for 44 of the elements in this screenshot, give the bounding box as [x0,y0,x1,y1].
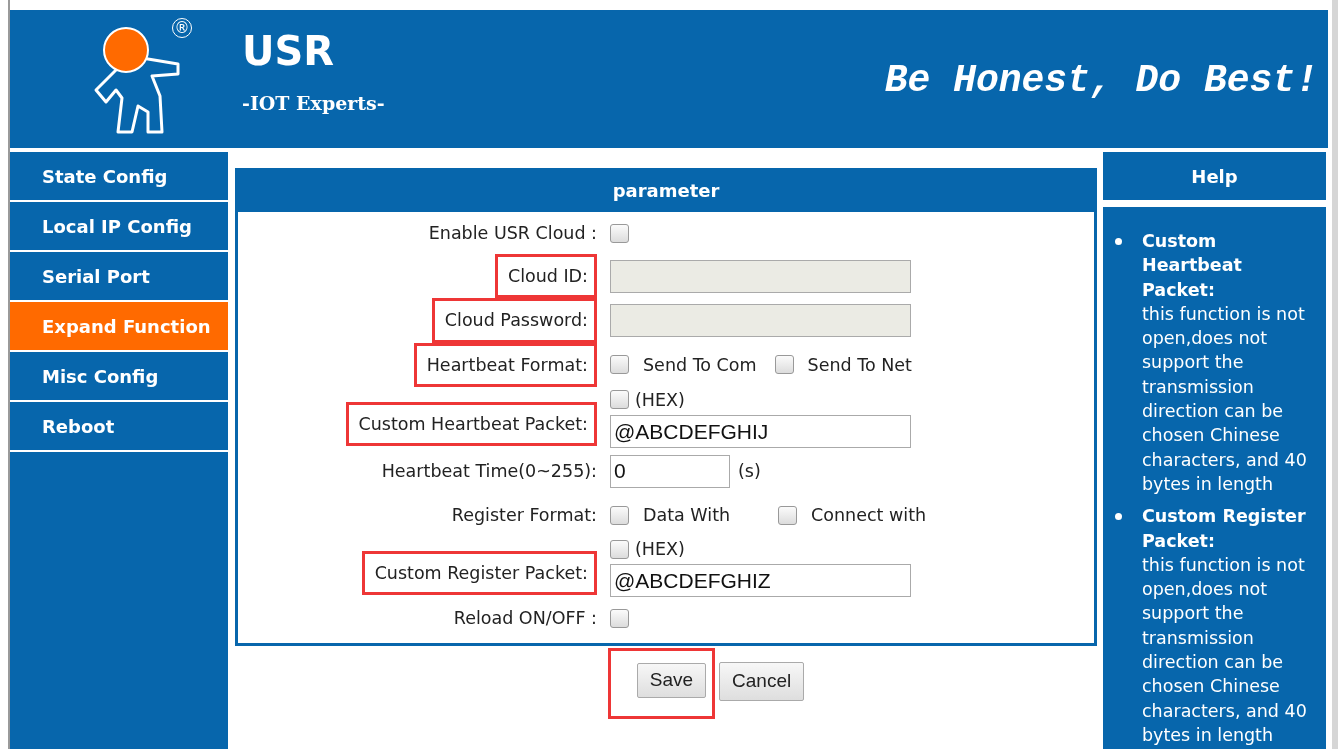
option-label: Send To Com [643,353,757,377]
option-label: Send To Net [807,353,912,377]
slogan-text: Be Honest, Do Best! [884,58,1318,104]
checkbox[interactable] [610,505,629,525]
option-label: Data With [643,503,731,527]
field-label: Heartbeat Format: [413,342,597,387]
checkbox[interactable] [610,355,629,375]
sidebar-item[interactable]: Misc Config [10,352,228,402]
action-button[interactable]: Cancel [719,662,805,701]
sidebar-item[interactable]: Local IP Config [10,202,228,252]
bullet-icon [1115,513,1122,521]
field-label: Enable USR Cloud : [428,222,597,243]
hex-label: (HEX) [635,538,685,561]
text-field[interactable]: 0 [610,454,730,488]
field-label: Heartbeat Time(0~255): [381,460,597,481]
panel-title: parameter [238,168,1094,212]
hex-label: (HEX) [635,388,685,412]
field-label: Register Format: [451,504,597,525]
sidebar-item[interactable]: Reboot [10,402,228,452]
field-label: Cloud ID: [494,254,597,299]
unit-label: (s) [738,459,761,483]
checkbox[interactable] [610,608,629,628]
help-text: Custom Heartbeat Packet: this function is not open,does not support the transmission direction can be chosen Chinese characters, and 40 bytes in length [1142,230,1308,496]
field-label: Custom Heartbeat Packet: [345,401,597,446]
action-button[interactable]: Save [636,663,707,698]
text-field[interactable]: @ABCDEFGHIZ [610,564,911,598]
checkbox[interactable] [774,355,794,375]
checkbox[interactable] [778,505,798,525]
field-label: Reload ON/OFF : [453,608,597,629]
option-label: Connect with [811,503,927,527]
brand-name: USR [242,30,336,71]
field-label: Cloud Password: [431,298,597,343]
help-text: Custom Register Packet: this function is not open,does not support the transmission direction can be chosen Chinese characters, and 40 bytes in length [1142,505,1308,747]
checkbox[interactable] [610,390,629,410]
sidebar-item[interactable]: State Config [10,152,228,202]
scrollbar[interactable] [1332,0,1338,749]
sidebar-item[interactable]: Serial Port [10,252,228,302]
field-label: Custom Register Packet: [361,551,597,596]
help-title: Help [1103,152,1326,200]
checkbox[interactable] [610,539,629,559]
bullet-icon [1115,238,1122,245]
checkbox[interactable] [610,223,629,243]
brand-tagline: -IOT Experts- [242,90,385,116]
text-field[interactable]: @ABCDEFGHIJ [610,415,911,448]
